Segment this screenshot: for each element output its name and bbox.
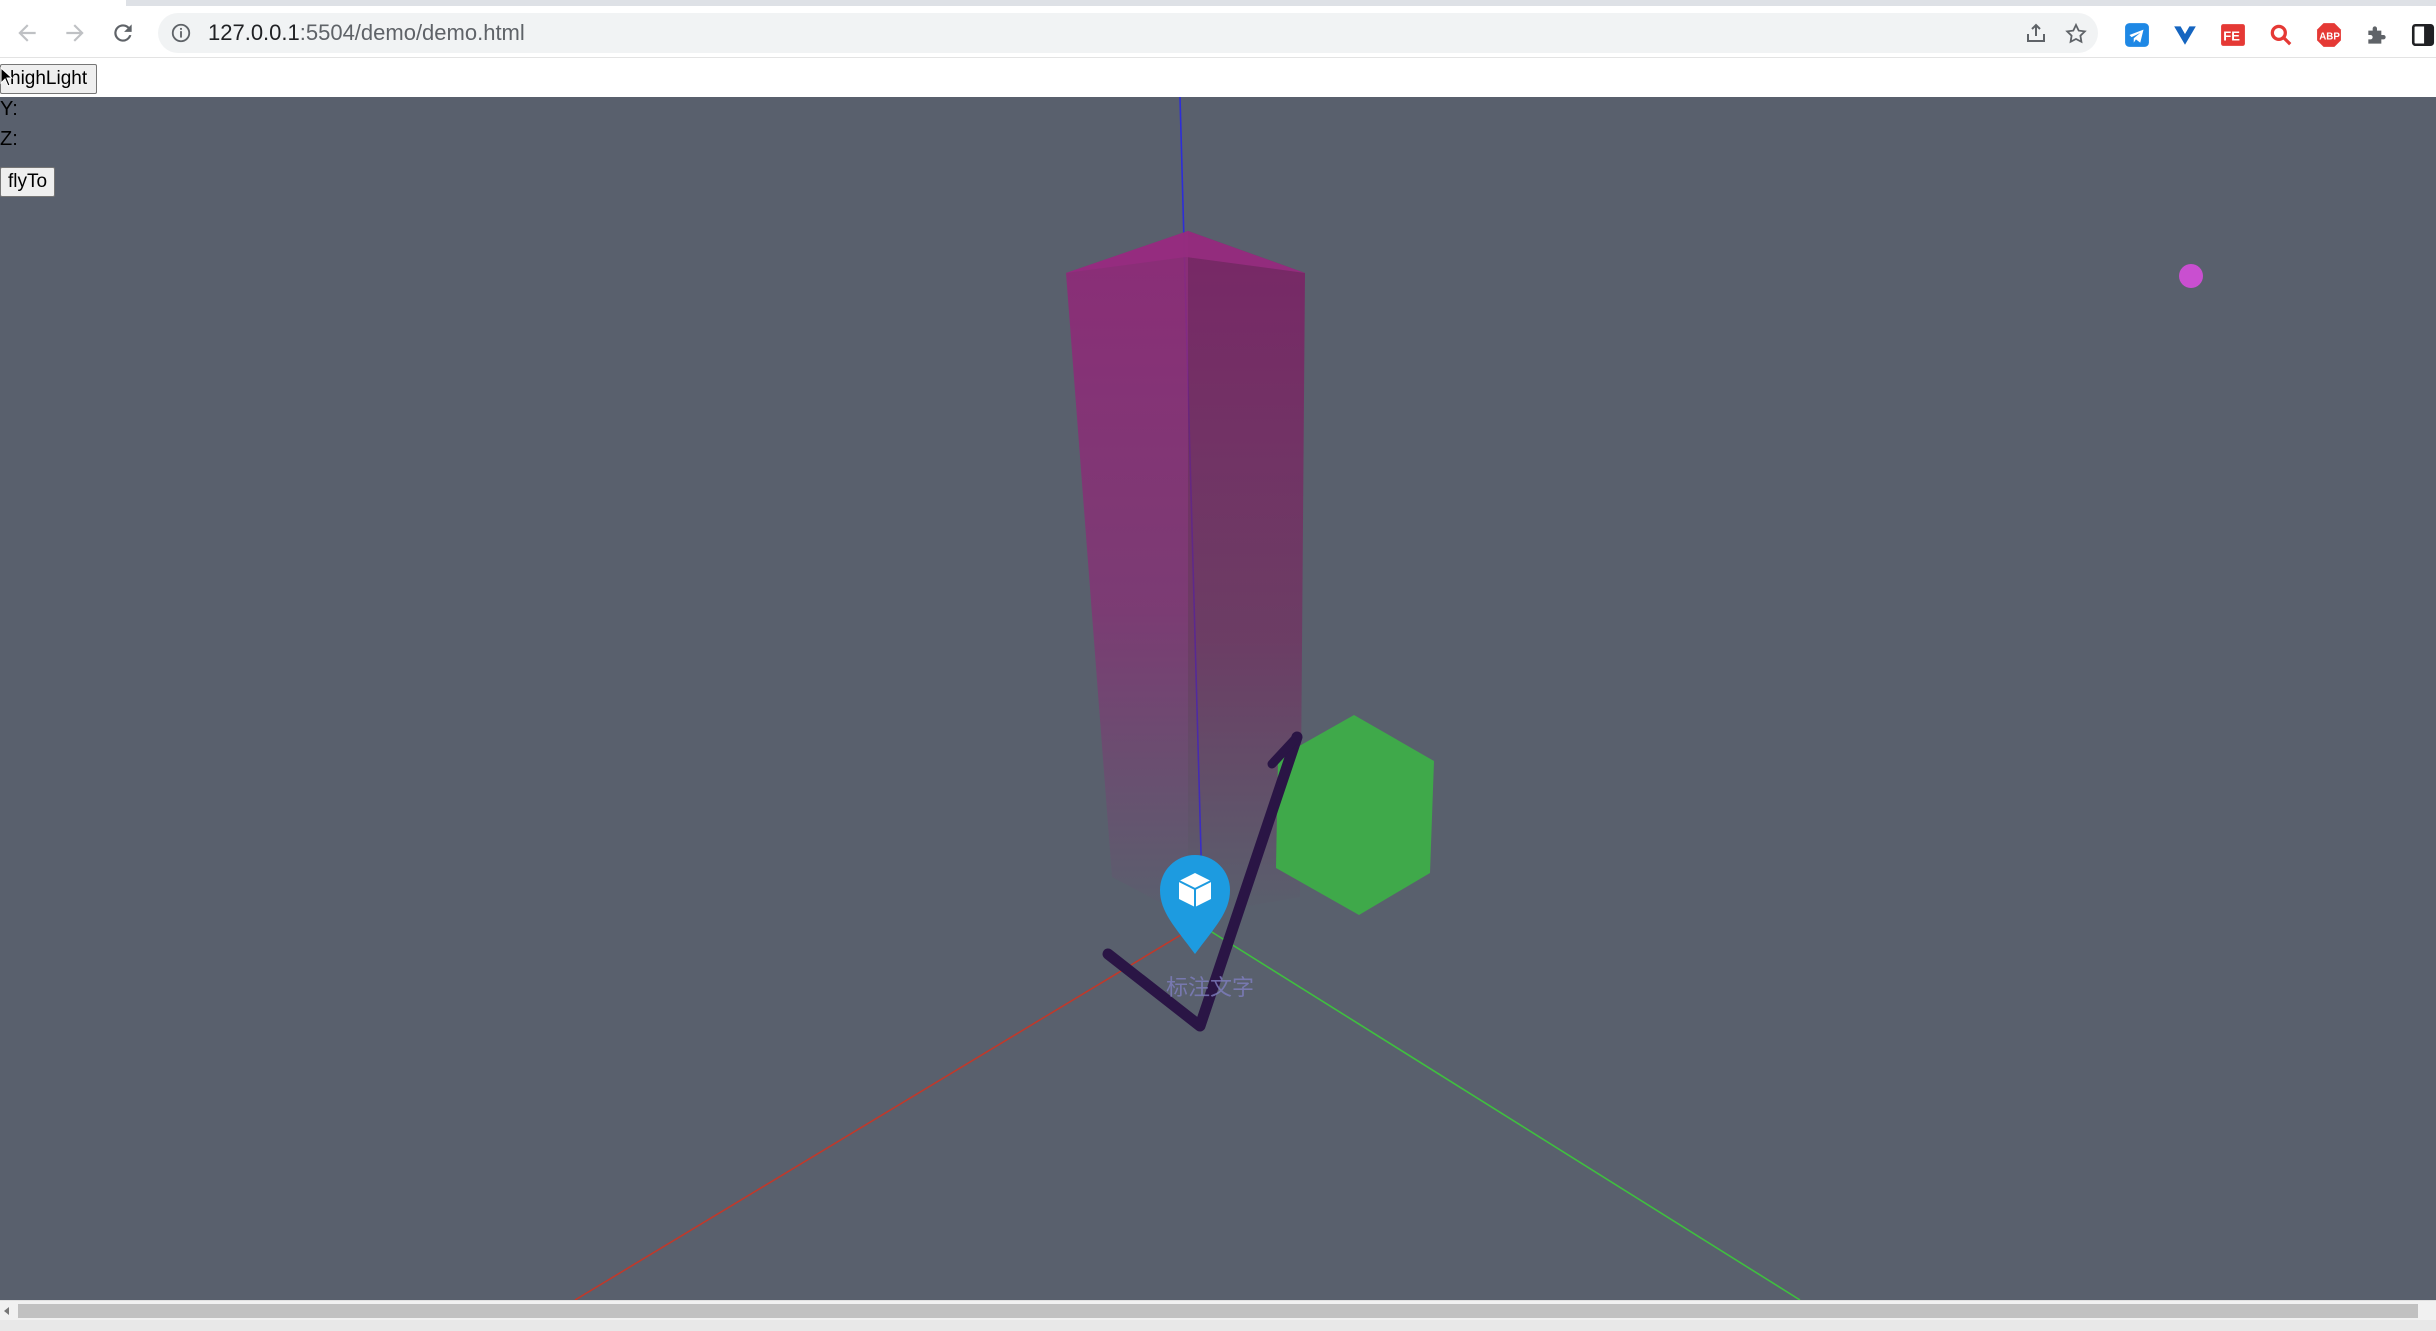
marker-label: 标注文字: [1166, 976, 1254, 1001]
web-page: 标注文字 highLight Y: Z: flyTo: [0, 59, 2436, 1300]
puzzle-extensions-icon[interactable]: [2364, 22, 2390, 48]
reload-icon: [114, 24, 132, 42]
forward-arrow-icon: [66, 24, 84, 42]
svg-text:ABP: ABP: [2319, 31, 2340, 42]
side-panel-icon[interactable]: [2410, 22, 2436, 48]
browser-toolbar: 127.0.0.1:5504/demo/demo.html FE ABP: [0, 6, 2436, 58]
share-icon[interactable]: [2024, 22, 2048, 46]
horizontal-scrollbar[interactable]: [0, 1300, 2436, 1320]
mouse-cursor-icon: [0, 67, 14, 87]
y-coordinate-label: Y:: [0, 98, 18, 120]
forward-button[interactable]: [56, 14, 94, 52]
z-coordinate-label: Z:: [0, 128, 18, 150]
flyto-button[interactable]: flyTo: [0, 167, 56, 197]
fe-helper-icon[interactable]: FE: [2220, 22, 2246, 48]
telegram-icon[interactable]: [2124, 22, 2150, 48]
adblock-plus-icon[interactable]: ABP: [2316, 22, 2342, 48]
site-info-icon[interactable]: [170, 22, 192, 44]
url-text: 127.0.0.1:5504/demo/demo.html: [208, 21, 525, 45]
highlight-button[interactable]: highLight: [0, 64, 98, 94]
svg-text:FE: FE: [2223, 28, 2240, 43]
bookmark-star-icon[interactable]: [2064, 22, 2088, 46]
y-axis-line: [1198, 923, 1801, 1300]
vue-devtools-icon[interactable]: [2172, 22, 2198, 48]
scrollbar-thumb[interactable]: [18, 1304, 2418, 1318]
url-host: 127.0.0.1: [208, 20, 300, 45]
pink-point[interactable]: [2179, 264, 2203, 288]
3d-scene: 标注文字: [574, 97, 2203, 1300]
location-marker-icon[interactable]: [1160, 855, 1230, 954]
3d-viewer-canvas[interactable]: 标注文字: [0, 97, 2436, 1300]
back-button[interactable]: [8, 14, 46, 52]
x-axis-line: [574, 923, 1200, 1300]
back-arrow-icon: [18, 24, 36, 42]
address-bar[interactable]: 127.0.0.1:5504/demo/demo.html: [158, 13, 2098, 53]
window-bottom-edge: [0, 1320, 2436, 1331]
search-extension-icon[interactable]: [2268, 22, 2294, 48]
reload-button[interactable]: [104, 14, 142, 52]
url-path: :5504/demo/demo.html: [299, 20, 525, 45]
scroll-left-arrow-icon[interactable]: [2, 1306, 12, 1316]
